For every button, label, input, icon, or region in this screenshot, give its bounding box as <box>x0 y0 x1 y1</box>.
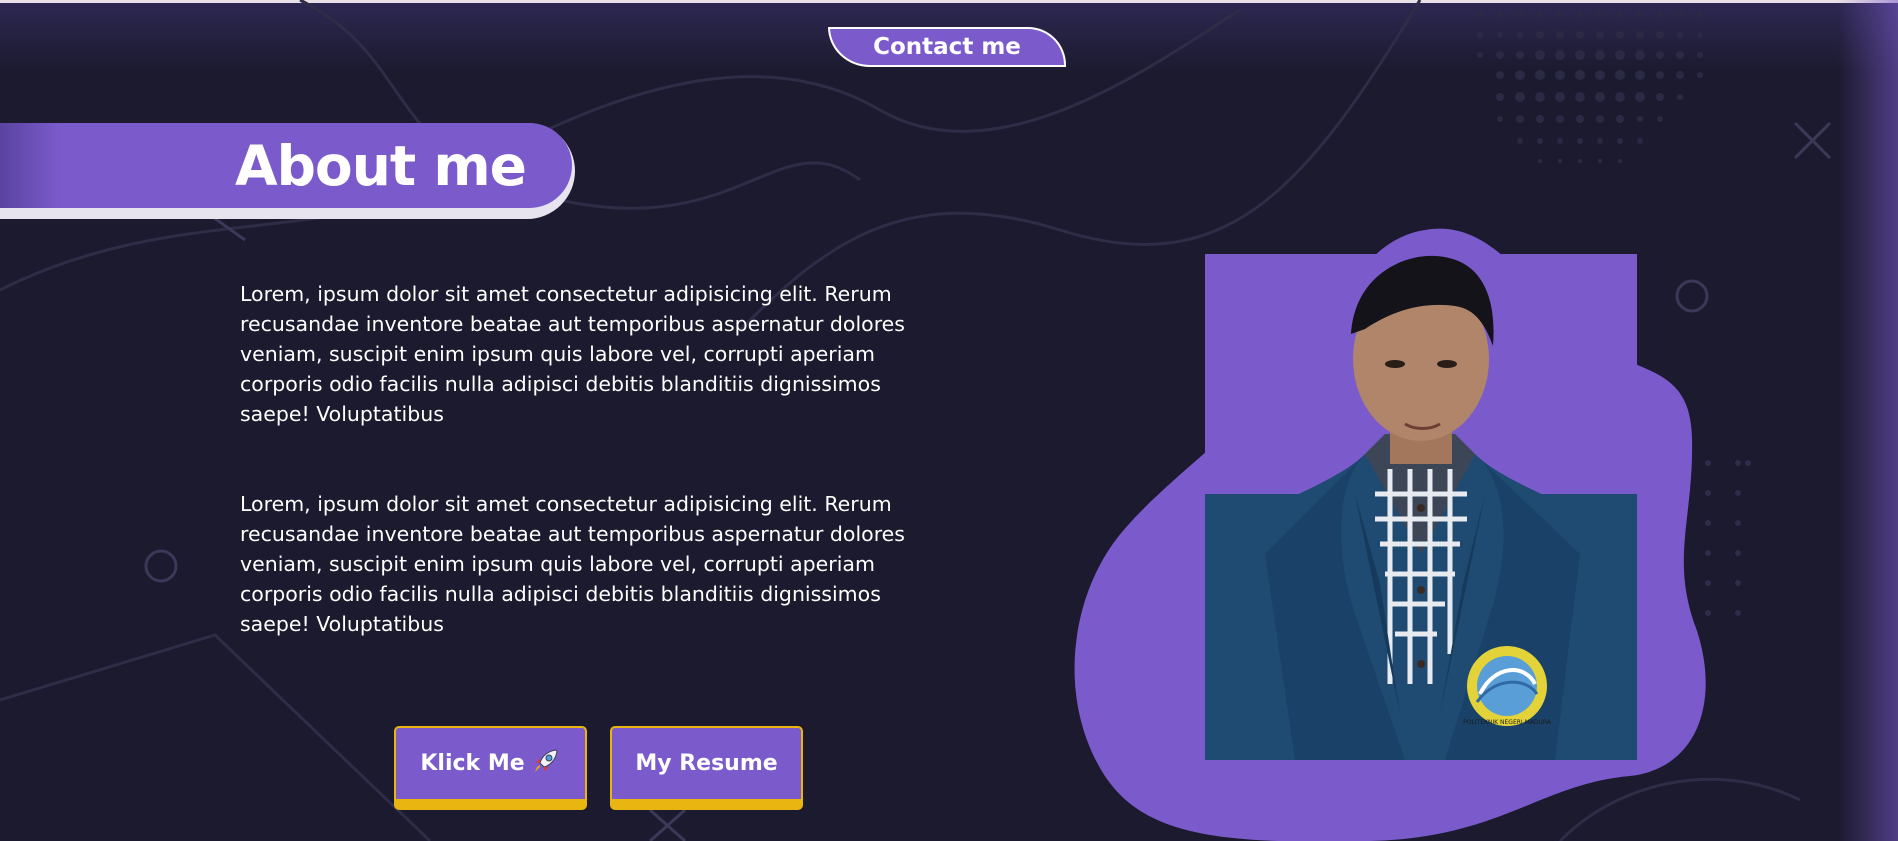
my-resume-button[interactable]: My Resume <box>610 726 803 810</box>
about-title-banner: About me <box>0 123 575 219</box>
about-title-banner-fill: About me <box>0 123 572 208</box>
person-illustration: POLITEKNIK NEGERI MADURA <box>1205 254 1637 760</box>
contact-me-button[interactable]: Contact me <box>828 27 1066 67</box>
campus-badge <box>1467 646 1547 726</box>
right-edge-glow <box>1838 0 1898 841</box>
klick-me-label: Klick Me <box>420 751 525 776</box>
badge-text: POLITEKNIK NEGERI MADURA <box>1463 719 1552 726</box>
page-title: About me <box>235 134 527 198</box>
about-page: Contact me About me Lorem, ipsum dolor s… <box>0 0 1898 841</box>
about-paragraph: Lorem, ipsum dolor sit amet consectetur … <box>240 282 905 426</box>
klick-me-button[interactable]: Klick Me <box>394 726 587 810</box>
profile-photo: POLITEKNIK NEGERI MADURA <box>1205 254 1637 760</box>
contact-me-label: Contact me <box>873 34 1021 60</box>
about-paragraph: Lorem, ipsum dolor sit amet consectetur … <box>240 492 905 636</box>
my-resume-label: My Resume <box>635 751 778 776</box>
rocket-icon <box>531 746 561 782</box>
